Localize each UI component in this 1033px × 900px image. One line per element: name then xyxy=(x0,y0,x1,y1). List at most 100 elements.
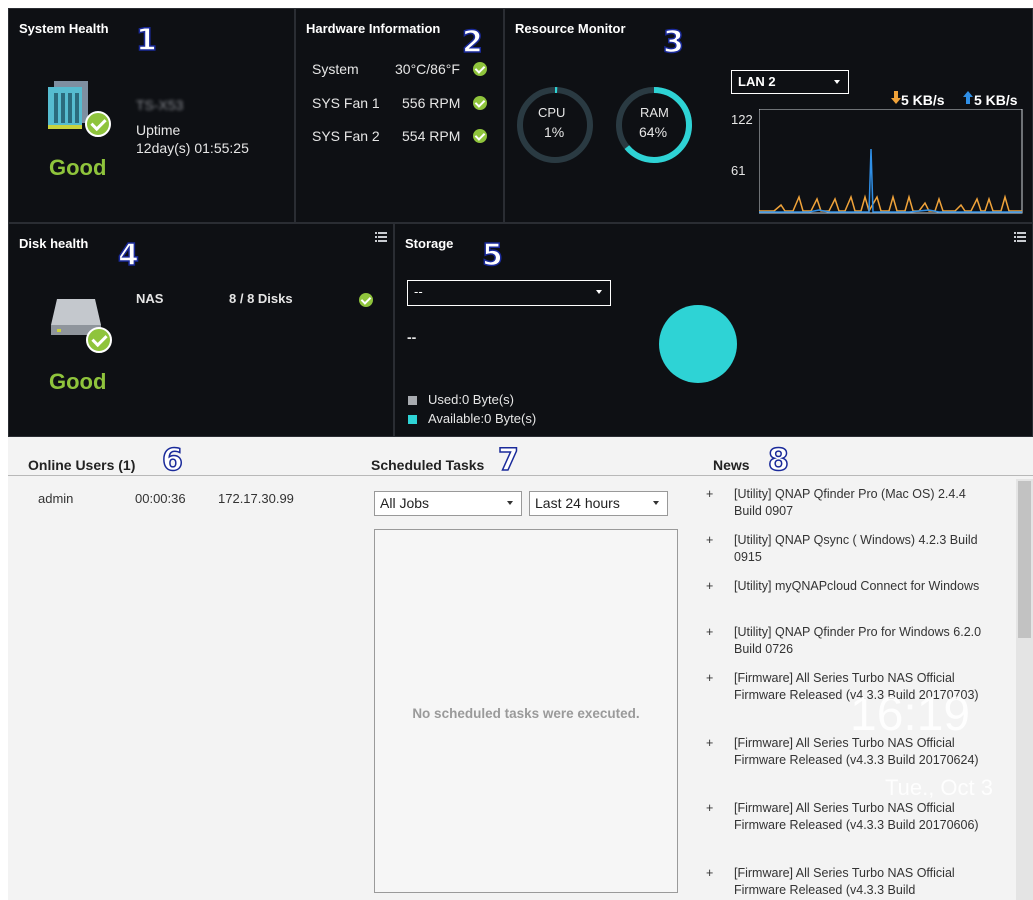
clock-time: 16:19 xyxy=(850,688,971,741)
list-menu-icon[interactable] xyxy=(1014,232,1026,242)
hw-value-fan1: 556 RPM xyxy=(402,95,461,111)
disk-health-panel: Disk health 4 Good NAS 8 / 8 Disks xyxy=(8,223,394,437)
network-traffic-chart xyxy=(759,109,1023,214)
check-icon xyxy=(473,62,487,76)
clock-date: Tue., Oct 3 xyxy=(885,775,994,800)
news-item[interactable]: + [Utility] QNAP Qfinder Pro (Mac OS) 2.4… xyxy=(706,486,996,520)
news-item[interactable]: + [Utility] QNAP Qsync ( Windows) 4.2.3 B… xyxy=(706,532,996,566)
download-rate: 5 KB/s xyxy=(901,92,945,108)
hw-value-fan2: 554 RPM xyxy=(402,128,461,144)
news-item-text: [Utility] QNAP Qfinder Pro for Windows 6… xyxy=(734,625,982,656)
disk-ok-icon xyxy=(86,327,112,353)
tasks-empty-box: No scheduled tasks were executed. xyxy=(374,529,678,893)
jobs-filter-value: All Jobs xyxy=(380,495,430,511)
news-item-text: [Firmware] All Series Turbo NAS Official… xyxy=(734,866,955,897)
chevron-down-icon xyxy=(653,501,659,505)
hw-value-system: 30°C/86°F xyxy=(395,61,460,77)
tasks-empty-message: No scheduled tasks were executed. xyxy=(412,706,640,721)
marker-4: 4 xyxy=(117,237,139,274)
user-time: 00:00:36 xyxy=(135,491,186,506)
used-legend-swatch xyxy=(408,396,417,405)
marker-7: 7 xyxy=(497,442,519,479)
chevron-down-icon xyxy=(834,80,840,84)
online-users-divider xyxy=(8,475,1033,476)
hw-label-fan2: SYS Fan 2 xyxy=(312,128,380,144)
time-filter-value: Last 24 hours xyxy=(535,495,620,511)
chevron-down-icon xyxy=(596,290,602,294)
marker-1: 1 xyxy=(135,22,157,59)
system-health-panel: System Health 1 Good TS-X53 Uptime 12day… xyxy=(8,8,295,223)
upload-series xyxy=(759,148,1022,213)
dashboard-bottom: Online Users (1) 6 admin 00:00:36 172.17… xyxy=(8,437,1033,900)
news-item[interactable]: + [Firmware] All Series Turbo NAS Officia… xyxy=(706,800,996,834)
hardware-panel: Hardware Information 2 System 30°C/86°F … xyxy=(295,8,504,223)
marker-2: 2 xyxy=(461,24,483,61)
marker-8: 8 xyxy=(767,442,789,479)
tick-label-high: 122 xyxy=(731,112,753,127)
marker-5: 5 xyxy=(481,237,503,274)
download-arrow-icon xyxy=(891,91,901,104)
list-menu-icon[interactable] xyxy=(375,232,387,242)
available-legend: Available:0 Byte(s) xyxy=(428,411,537,426)
check-icon xyxy=(359,293,373,307)
health-ok-icon xyxy=(85,111,111,137)
used-legend: Used:0 Byte(s) xyxy=(428,392,514,407)
chevron-down-icon xyxy=(507,501,513,505)
plus-icon: + xyxy=(706,736,714,750)
check-icon xyxy=(473,96,487,110)
disk-name: NAS xyxy=(136,291,164,306)
panel-title: Disk health xyxy=(19,236,89,251)
cpu-value: 1% xyxy=(544,124,565,140)
news-scrollbar[interactable] xyxy=(1016,479,1033,900)
health-status: Good xyxy=(49,155,107,180)
plus-icon: + xyxy=(706,801,714,815)
jobs-filter-select[interactable]: All Jobs xyxy=(374,491,522,516)
marker-3: 3 xyxy=(662,24,684,61)
news-item-text: [Firmware] All Series Turbo NAS Official… xyxy=(734,801,979,832)
upload-arrow-icon xyxy=(963,91,973,104)
uptime-value: 12day(s) 01:55:25 xyxy=(136,140,249,156)
user-name: admin xyxy=(38,491,74,506)
lan-select-value: LAN 2 xyxy=(738,74,776,89)
user-ip: 172.17.30.99 xyxy=(218,491,294,506)
resource-monitor-panel: Resource Monitor 3 CPU 1% RAM 64% LAN 2 … xyxy=(504,8,1033,223)
online-users-title: Online Users (1) xyxy=(28,457,136,473)
check-icon xyxy=(473,129,487,143)
plus-icon: + xyxy=(706,579,714,593)
ram-value: 64% xyxy=(639,124,668,140)
news-item-text: [Utility] QNAP Qsync ( Windows) 4.2.3 Bu… xyxy=(734,533,978,564)
disk-status: Good xyxy=(49,369,107,394)
hw-label-fan1: SYS Fan 1 xyxy=(312,95,380,111)
storage-select[interactable]: -- xyxy=(407,280,611,306)
available-legend-swatch xyxy=(408,415,417,424)
panel-title: System Health xyxy=(19,21,109,36)
upload-rate: 5 KB/s xyxy=(974,92,1018,108)
scheduled-tasks-title: Scheduled Tasks xyxy=(371,457,485,473)
hw-label-system: System xyxy=(312,61,359,77)
news-title: News xyxy=(713,457,750,473)
dashboard-top: System Health 1 Good TS-X53 Uptime 12day… xyxy=(8,8,1033,437)
cpu-label: CPU xyxy=(538,105,566,120)
scrollbar-thumb[interactable] xyxy=(1018,481,1031,638)
disk-count: 8 / 8 Disks xyxy=(229,291,293,306)
storage-pie xyxy=(659,305,737,383)
news-item-text: [Utility] QNAP Qfinder Pro (Mac OS) 2.4.… xyxy=(734,487,966,518)
time-filter-select[interactable]: Last 24 hours xyxy=(529,491,668,516)
plus-icon: + xyxy=(706,533,714,547)
news-item[interactable]: + [Utility] QNAP Qfinder Pro for Windows … xyxy=(706,624,996,658)
panel-title: Resource Monitor xyxy=(515,21,626,36)
news-item[interactable]: + [Utility] myQNAPcloud Connect for Windo… xyxy=(706,578,996,595)
storage-select-value: -- xyxy=(414,284,423,299)
plus-icon: + xyxy=(706,671,714,685)
uptime-label: Uptime xyxy=(136,122,181,138)
storage-panel: Storage 5 -- -- Used:0 Byte(s) Available… xyxy=(394,223,1033,437)
storage-value: -- xyxy=(407,329,417,345)
download-series xyxy=(759,194,1022,213)
plus-icon: + xyxy=(706,866,714,880)
panel-title: Storage xyxy=(405,236,454,251)
news-item[interactable]: + [Firmware] All Series Turbo NAS Officia… xyxy=(706,865,996,899)
panel-title: Hardware Information xyxy=(306,21,441,36)
tick-label-mid: 61 xyxy=(731,163,746,178)
lan-select[interactable]: LAN 2 xyxy=(731,70,849,94)
plus-icon: + xyxy=(706,625,714,639)
